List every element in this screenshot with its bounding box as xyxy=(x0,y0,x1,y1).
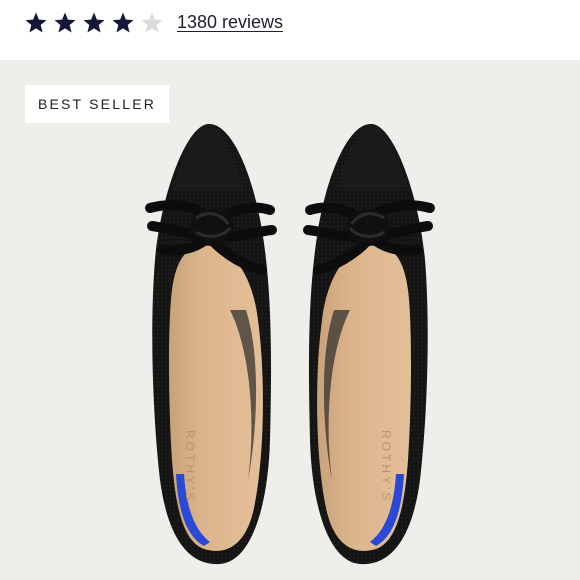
right-insole-brand: ROTHY'S xyxy=(379,430,393,503)
star-filled-icon[interactable] xyxy=(111,11,135,35)
star-rating[interactable] xyxy=(24,11,164,35)
star-filled-icon[interactable] xyxy=(82,11,106,35)
shoe-pair-illustration: ROTHY'S ROTHY'S xyxy=(145,123,435,565)
rating-bar: 1380 reviews xyxy=(0,0,580,60)
star-empty-icon[interactable] xyxy=(140,11,164,35)
right-shoe: ROTHY'S xyxy=(303,123,435,565)
left-insole-brand: ROTHY'S xyxy=(183,430,197,503)
product-image[interactable]: ROTHY'S ROTHY'S BEST SELLER xyxy=(0,60,580,580)
left-shoe: ROTHY'S xyxy=(145,123,277,565)
star-filled-icon[interactable] xyxy=(24,11,48,35)
best-seller-badge: BEST SELLER xyxy=(25,85,169,123)
star-filled-icon[interactable] xyxy=(53,11,77,35)
reviews-link[interactable]: 1380 reviews xyxy=(177,10,283,34)
